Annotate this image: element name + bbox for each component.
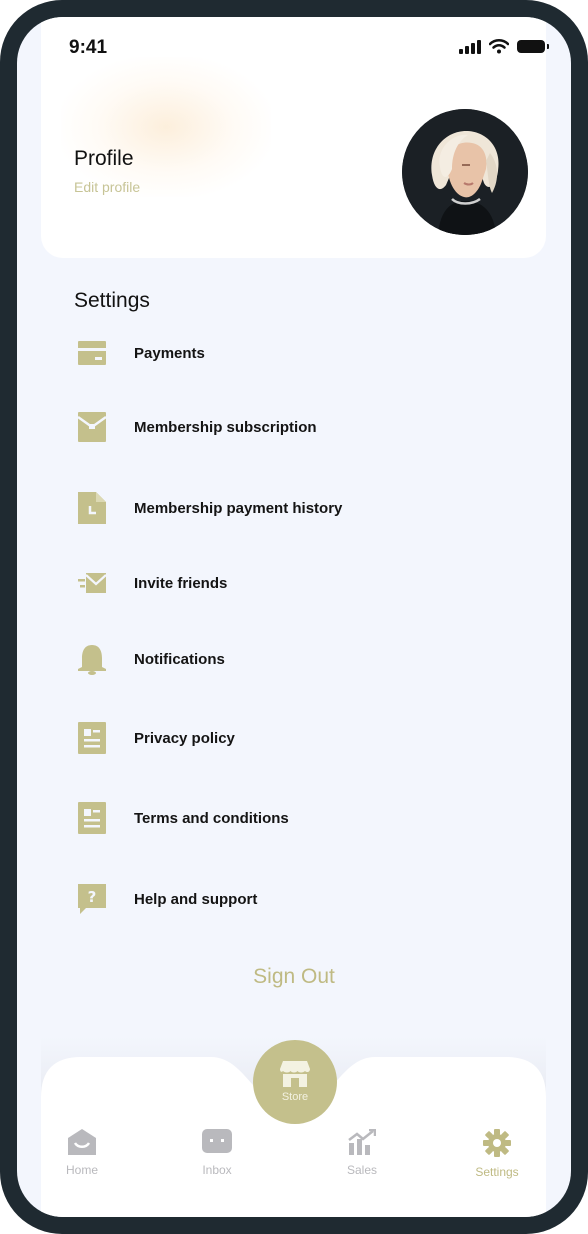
svg-text:?: ? (88, 888, 97, 906)
menu-item-label: Payments (134, 344, 205, 362)
profile-background-glow (61, 57, 271, 197)
chart-icon (348, 1129, 376, 1155)
inbox-icon (202, 1129, 232, 1153)
store-label: Store (281, 1091, 309, 1103)
status-bar: 9:41 (17, 17, 571, 77)
edit-profile-link[interactable]: Edit profile (74, 179, 140, 195)
tab-label: Home (65, 1163, 98, 1177)
menu-item-label: Membership payment history (134, 499, 343, 517)
send-mail-icon (77, 568, 107, 598)
menu-item-membership-payment-history[interactable]: Membership payment history (77, 488, 517, 528)
profile-title: Profile (74, 147, 134, 170)
tab-inbox[interactable]: Inbox (177, 1129, 257, 1189)
store-icon (280, 1061, 310, 1087)
menu-item-invite-friends[interactable]: Invite friends (77, 563, 517, 603)
app-screen: Profile Edit profile 9:41 Settings Payme… (17, 17, 571, 1217)
battery-icon (517, 40, 549, 53)
envelope-icon (77, 412, 107, 442)
menu-item-label: Notifications (134, 650, 225, 668)
document-list-icon (77, 722, 107, 754)
menu-item-help-and-support[interactable]: ? Help and support (77, 879, 517, 919)
wifi-icon (489, 39, 509, 54)
tab-label: Sales (346, 1163, 378, 1177)
sign-out-button[interactable]: Sign Out (17, 965, 571, 989)
status-time: 9:41 (69, 37, 108, 58)
phone-frame: Profile Edit profile 9:41 Settings Payme… (0, 0, 588, 1234)
menu-item-label: Membership subscription (134, 418, 317, 436)
cellular-signal-icon (459, 39, 481, 54)
document-clock-icon (77, 492, 107, 524)
menu-item-label: Help and support (134, 890, 258, 908)
help-chat-icon: ? (77, 884, 107, 914)
avatar[interactable] (402, 109, 528, 235)
card-icon (77, 338, 107, 368)
tab-label: Inbox (202, 1163, 232, 1177)
menu-item-label: Terms and conditions (134, 809, 289, 827)
tab-label: Settings (475, 1165, 519, 1179)
avatar-photo (402, 109, 528, 235)
menu-item-terms-and-conditions[interactable]: Terms and conditions (77, 798, 517, 838)
gear-icon (483, 1129, 511, 1157)
menu-item-membership-subscription[interactable]: Membership subscription (77, 407, 517, 447)
menu-item-label: Invite friends (134, 574, 228, 592)
tab-settings[interactable]: Settings (457, 1129, 537, 1189)
status-icons (459, 39, 549, 54)
menu-item-privacy-policy[interactable]: Privacy policy (77, 718, 517, 758)
tab-sales[interactable]: Sales (322, 1129, 402, 1189)
tab-home[interactable]: Home (42, 1129, 122, 1189)
bell-icon (77, 644, 107, 675)
menu-item-label: Privacy policy (134, 729, 235, 747)
menu-item-payments[interactable]: Payments (77, 333, 517, 373)
home-icon (68, 1129, 96, 1155)
document-list-icon (77, 802, 107, 834)
menu-item-notifications[interactable]: Notifications (77, 639, 517, 679)
settings-title: Settings (74, 289, 150, 312)
store-button[interactable]: Store (253, 1040, 337, 1124)
